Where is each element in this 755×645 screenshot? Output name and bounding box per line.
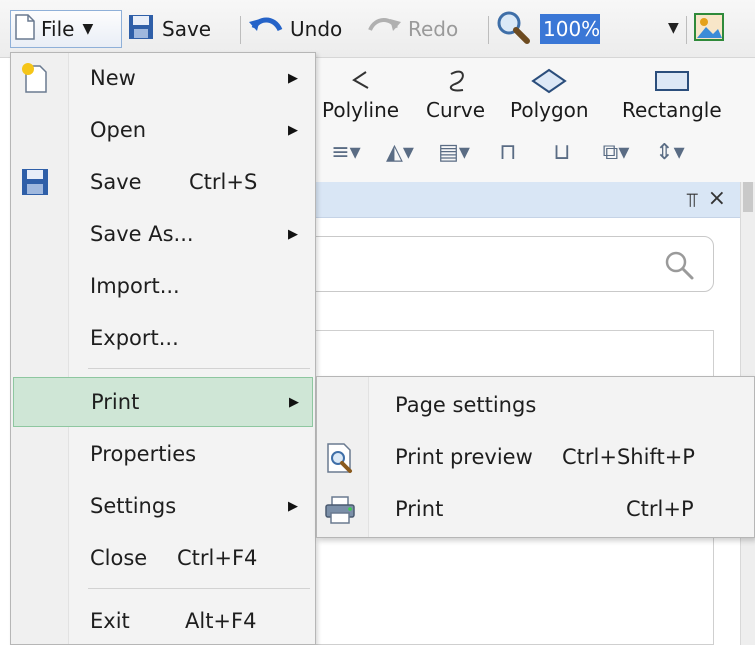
panel-header: ⫪ × xyxy=(316,182,740,218)
menu-item-save-as[interactable]: Save As... ▶ xyxy=(13,209,313,259)
menu-item-shortcut: Ctrl+S xyxy=(189,170,258,194)
zoom-level-input[interactable]: 100% xyxy=(540,14,600,44)
submenu-arrow-icon: ▶ xyxy=(288,122,298,138)
distribute-icon[interactable]: ⧉▾ xyxy=(594,136,638,168)
polygon-label: Polygon xyxy=(510,98,589,122)
menu-item-label: Page settings xyxy=(395,393,537,417)
polygon-tool[interactable]: Polygon xyxy=(510,64,589,122)
search-input[interactable] xyxy=(300,236,714,292)
send-back-icon[interactable]: ⊔ xyxy=(540,136,584,168)
menu-item-label: Open xyxy=(90,118,147,142)
menu-item-close[interactable]: Close Ctrl+F4 xyxy=(13,533,313,583)
bring-front-icon[interactable]: ⊓ xyxy=(486,136,530,168)
menu-item-exit[interactable]: Exit Alt+F4 xyxy=(13,596,313,645)
curve-tool[interactable]: Curve xyxy=(426,64,485,122)
menu-item-label: Print preview xyxy=(395,445,533,469)
zoom-button[interactable] xyxy=(496,10,530,49)
menu-separator xyxy=(88,588,310,589)
new-document-icon xyxy=(15,13,35,45)
menu-item-label: Save As... xyxy=(90,222,194,246)
submenu-arrow-icon: ▶ xyxy=(288,226,298,242)
menu-item-label: New xyxy=(90,66,136,90)
arrange-tools: ≡▾ ◭▾ ▤▾ ⊓ ⊔ ⧉▾ ⇕▾ xyxy=(324,136,692,168)
polyline-icon xyxy=(351,71,369,89)
pin-icon[interactable]: ⫪ xyxy=(687,188,698,212)
menu-item-label: Print xyxy=(91,390,140,414)
layer-icon[interactable]: ▤▾ xyxy=(432,136,476,168)
save-button-label: Save xyxy=(162,17,212,41)
menu-item-label: Exit xyxy=(90,609,130,633)
menu-separator xyxy=(88,368,310,369)
resize-icon[interactable]: ⇕▾ xyxy=(648,136,692,168)
submenu-arrow-icon: ▶ xyxy=(288,498,298,514)
undo-icon xyxy=(248,14,284,45)
polyline-label: Polyline xyxy=(322,98,400,122)
rectangle-label: Rectangle xyxy=(622,98,722,122)
redo-button[interactable]: Redo xyxy=(368,12,458,46)
file-menu-button[interactable]: File ▼ xyxy=(10,10,122,48)
print-preview-icon xyxy=(323,441,357,475)
menu-item-label: Save xyxy=(90,170,142,194)
new-document-icon xyxy=(19,62,51,94)
file-menu: New ▶ Open ▶ Save Ctrl+S Save As... ▶ Im… xyxy=(10,52,316,645)
menu-item-label: Print xyxy=(395,497,444,521)
menu-item-label: Properties xyxy=(90,442,197,466)
undo-button[interactable]: Undo xyxy=(248,12,342,46)
submenu-arrow-icon: ▶ xyxy=(289,394,299,410)
redo-button-label: Redo xyxy=(408,17,459,41)
rectangle-icon xyxy=(654,71,689,91)
menu-item-export[interactable]: Export... xyxy=(13,313,313,363)
menu-item-save[interactable]: Save Ctrl+S xyxy=(13,157,313,207)
image-button[interactable] xyxy=(694,12,724,46)
save-button[interactable]: Save xyxy=(128,12,211,46)
floppy-disk-icon xyxy=(128,14,154,45)
flip-icon[interactable]: ◭▾ xyxy=(378,136,422,168)
submenu-item-page-settings[interactable]: Page settings xyxy=(317,380,754,430)
menu-item-shortcut: Alt+F4 xyxy=(185,609,257,633)
menu-item-label: Settings xyxy=(90,494,177,518)
polyline-tool[interactable]: Polyline xyxy=(322,64,399,122)
menu-item-label: Import... xyxy=(90,274,180,298)
undo-button-label: Undo xyxy=(290,17,343,41)
menu-item-shortcut: Ctrl+P xyxy=(626,497,694,521)
zoom-dropdown-arrow[interactable]: ▼ xyxy=(668,20,679,36)
curve-icon xyxy=(449,70,464,92)
menu-item-shortcut: Ctrl+F4 xyxy=(177,546,258,570)
zoom-icon xyxy=(496,10,530,49)
toolbar-divider xyxy=(240,16,241,44)
menu-item-shortcut: Ctrl+Shift+P xyxy=(562,445,695,469)
menu-item-label: Close xyxy=(90,546,148,570)
align-icon[interactable]: ≡▾ xyxy=(324,136,368,168)
submenu-item-print-preview[interactable]: Print preview Ctrl+Shift+P xyxy=(317,432,754,482)
menu-item-label: Export... xyxy=(90,326,179,350)
toolbar-divider xyxy=(686,16,687,44)
image-icon xyxy=(694,12,724,46)
menu-item-print[interactable]: Print ▶ xyxy=(13,377,313,427)
submenu-arrow-icon: ▶ xyxy=(288,70,298,86)
toolbar-divider xyxy=(488,16,489,44)
shape-ribbon: Polyline Curve Polygon Rectangle ≡▾ ◭▾ ▤… xyxy=(316,58,755,182)
close-icon[interactable]: × xyxy=(708,186,726,211)
main-toolbar: File ▼ Save Undo Redo 100% ▼ xyxy=(0,0,755,58)
chevron-down-icon: ▼ xyxy=(82,21,94,37)
menu-item-settings[interactable]: Settings ▶ xyxy=(13,481,313,531)
rectangle-tool[interactable]: Rectangle xyxy=(622,64,722,122)
printer-icon xyxy=(323,493,357,527)
menu-item-import[interactable]: Import... xyxy=(13,261,313,311)
file-menu-label: File xyxy=(41,17,75,41)
curve-label: Curve xyxy=(426,98,486,122)
search-icon xyxy=(663,249,695,285)
menu-item-new[interactable]: New ▶ xyxy=(13,53,313,103)
submenu-item-print[interactable]: Print Ctrl+P xyxy=(317,484,754,534)
scrollbar-thumb[interactable] xyxy=(743,182,753,212)
redo-icon xyxy=(368,14,402,45)
floppy-disk-icon xyxy=(19,166,51,198)
polygon-icon xyxy=(531,68,568,94)
menu-item-properties[interactable]: Properties xyxy=(13,429,313,479)
print-submenu: Page settings Print preview Ctrl+Shift+P… xyxy=(316,376,755,538)
menu-item-open[interactable]: Open ▶ xyxy=(13,105,313,155)
